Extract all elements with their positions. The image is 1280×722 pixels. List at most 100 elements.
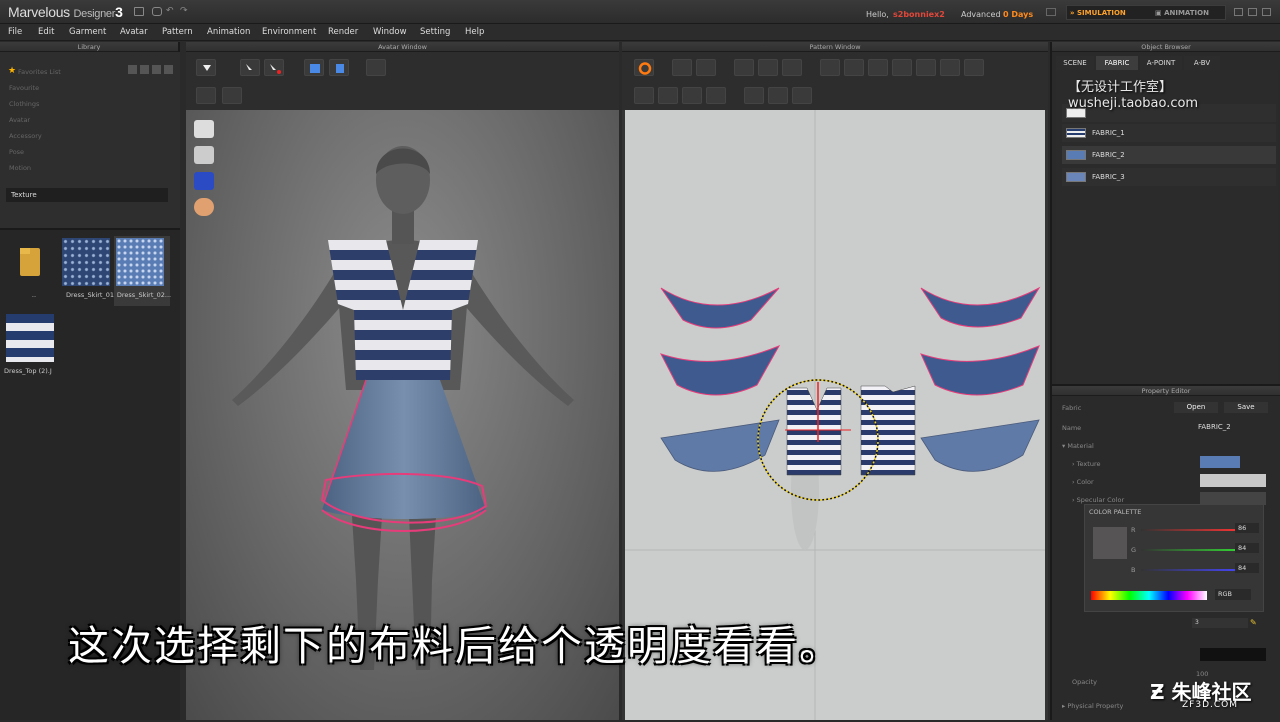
open-button[interactable]: Open [1174,402,1218,413]
menu-setting[interactable]: Setting [420,27,450,37]
save-button[interactable]: Save [1224,402,1268,413]
simulation-mode-button[interactable]: » SIMULATION [1070,9,1126,17]
move-down-icon[interactable] [196,59,216,76]
green-value[interactable]: 84 [1235,543,1259,553]
point-select-icon[interactable] [222,87,242,104]
tab-scene[interactable]: SCENE [1056,56,1094,70]
minimize-icon[interactable] [1234,8,1243,16]
green-slider[interactable] [1141,549,1235,551]
tab-a-bv[interactable]: A-BV [1184,56,1220,70]
menu-environment[interactable]: Environment [262,27,316,37]
fabric-item-3[interactable]: FABRIC_3 [1062,168,1276,186]
category-texture[interactable]: Texture [6,188,168,202]
library-item-skirt-01[interactable]: Dress_Skirt_01 [60,236,114,306]
select-point-icon[interactable] [264,59,284,76]
edit-sewing-icon[interactable] [682,87,702,104]
redo-icon[interactable]: ↷ [180,6,188,16]
dart-icon[interactable] [964,59,984,76]
b-label: B [1131,566,1136,574]
video-subtitle: 这次选择剩下的布料后给个透明度看看。 [68,622,842,670]
dark-swatch[interactable] [1200,648,1266,661]
arrange-icon[interactable] [196,87,216,104]
polygon-icon[interactable] [820,59,840,76]
tab-a-point[interactable]: A-POINT [1140,56,1182,70]
tab-fabric[interactable]: FABRIC [1096,56,1138,70]
texture-rotate-icon[interactable] [792,87,812,104]
menu-animation[interactable]: Animation [207,27,250,37]
menu-window[interactable]: Window [373,27,407,37]
red-value[interactable]: 86 [1235,523,1259,533]
slider-value[interactable]: 3 [1192,618,1248,628]
library-title: Library [0,42,178,52]
internal-rectangle-icon[interactable] [916,59,936,76]
object-browser-title: Object Browser [1052,42,1280,52]
menu-garment[interactable]: Garment [69,27,106,37]
menu-edit[interactable]: Edit [38,27,54,37]
red-slider[interactable] [1141,529,1235,531]
edit-icon[interactable] [152,65,161,74]
select-tool-icon[interactable] [240,59,260,76]
user-name[interactable]: s2bonniex2 [893,10,945,19]
edit-pattern-icon[interactable] [696,59,716,76]
title-bar: Marvelous Designer3 ↶ ↷ Hello, s2bonniex… [0,0,1280,24]
edit-curvature-icon[interactable] [734,59,754,76]
color-mode-select[interactable]: RGB [1215,589,1251,600]
maximize-icon[interactable] [1248,8,1257,16]
fabric-item-2[interactable]: FABRIC_2 [1062,146,1276,164]
name-field[interactable]: FABRIC_2 [1198,422,1264,433]
property-editor: Property Editor Fabric Open Save Name FA… [1052,384,1280,720]
menu-help[interactable]: Help [465,27,484,37]
fabric-list: FABRIC_1 FABRIC_2 FABRIC_3 [1056,70,1278,388]
name-label: Name [1062,424,1082,432]
undo-icon[interactable]: ↶ [166,6,174,16]
circle-icon[interactable] [868,59,888,76]
edit-curve-point-icon[interactable] [758,59,778,76]
library-item-up[interactable]: .. [4,236,56,306]
favorites-list[interactable]: Favorites List [18,68,61,76]
animation-mode-button[interactable]: ▣ ANIMATION [1155,9,1209,17]
fold-icon[interactable] [304,59,324,76]
transform-pattern-icon[interactable] [672,59,692,76]
layout-icon[interactable] [1046,8,1056,16]
material-section[interactable]: ▾ Material [1062,442,1094,450]
library-item-skirt-02[interactable]: Dress_Skirt_02... [114,236,171,306]
pencil-icon[interactable]: ✎ [1250,618,1257,627]
color-swatch[interactable] [1200,474,1266,487]
internal-circle-icon[interactable] [940,59,960,76]
close-icon[interactable] [1262,8,1271,16]
delete-icon[interactable] [164,65,173,74]
refresh-icon[interactable] [128,65,137,74]
texture-transform-icon[interactable] [744,87,764,104]
menu-pattern[interactable]: Pattern [162,27,193,37]
physical-property-section[interactable]: ▸ Physical Property [1062,702,1123,710]
save-icon[interactable] [134,7,144,16]
blue-value[interactable]: 84 [1235,563,1259,573]
texture-edit-icon[interactable] [768,87,788,104]
hue-spectrum[interactable] [1091,591,1207,600]
simulation-toggle-icon[interactable] [634,59,654,76]
category-favourite[interactable]: Favourite [9,84,39,92]
add-icon[interactable] [140,65,149,74]
category-pose[interactable]: Pose [9,148,24,156]
category-avatar[interactable]: Avatar [9,116,30,124]
library-item-top[interactable]: Dress_Top (2).J [4,312,56,382]
rectangle-icon[interactable] [844,59,864,76]
menu-render[interactable]: Render [328,27,358,37]
pin-icon[interactable] [366,59,386,76]
category-clothings[interactable]: Clothings [9,100,39,108]
g-label: G [1131,546,1137,554]
open-icon[interactable] [152,7,162,16]
free-sewing-icon[interactable] [658,87,678,104]
texture-swatch[interactable] [1200,456,1240,468]
segment-sewing-icon[interactable] [634,87,654,104]
menu-avatar[interactable]: Avatar [120,27,148,37]
tuck-icon[interactable] [329,59,349,76]
tack-icon[interactable] [706,87,726,104]
internal-polygon-icon[interactable] [892,59,912,76]
category-accessory[interactable]: Accessory [9,132,42,140]
category-motion[interactable]: Motion [9,164,31,172]
fabric-item-1[interactable]: FABRIC_1 [1062,124,1276,142]
add-point-icon[interactable] [782,59,802,76]
blue-slider[interactable] [1141,569,1235,571]
menu-file[interactable]: File [8,27,22,37]
